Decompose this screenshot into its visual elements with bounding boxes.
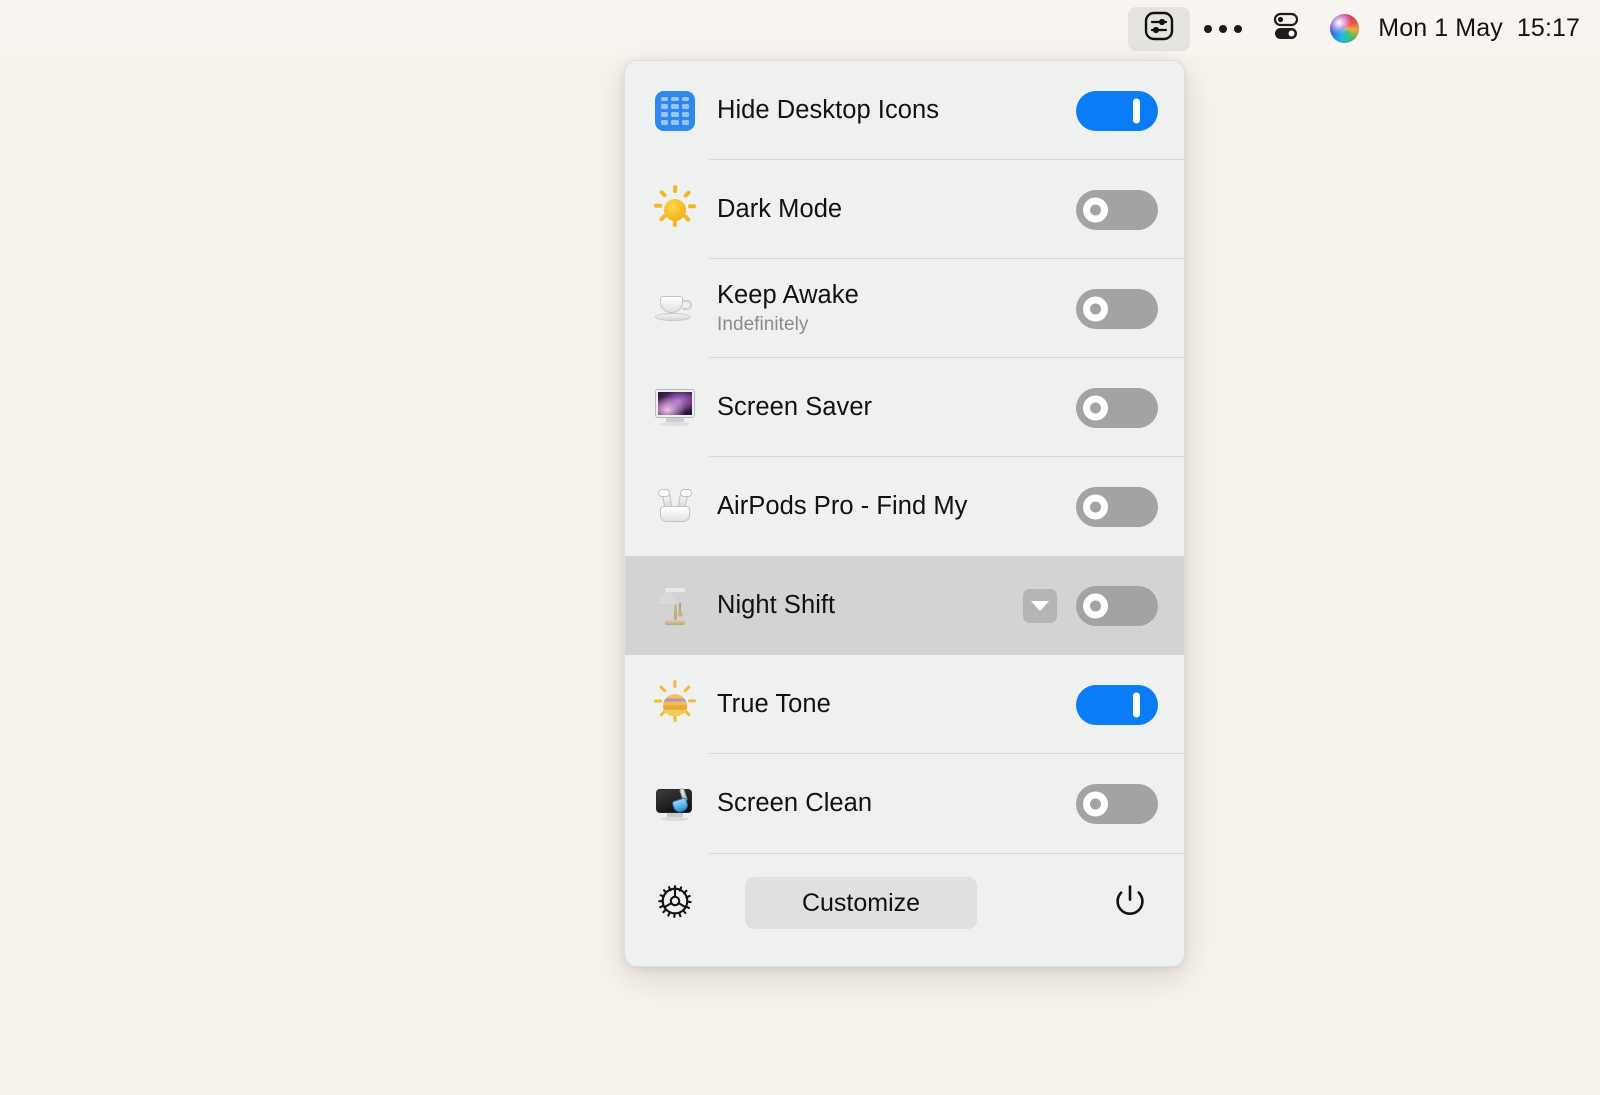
menu-bar: Mon 1 May 15:17 <box>0 0 1600 57</box>
row-keep-awake[interactable]: Keep Awake Indefinitely <box>625 259 1184 358</box>
row-text: Screen Clean <box>717 789 1076 818</box>
row-title: AirPods Pro - Find My <box>717 492 968 521</box>
screen-saver-monitor-icon <box>647 380 703 436</box>
control-center-icon <box>1269 9 1303 48</box>
row-title: Keep Awake <box>717 280 859 309</box>
sliders-square-icon <box>1143 10 1175 47</box>
sun-icon <box>647 182 703 238</box>
menubar-more-button[interactable] <box>1190 0 1256 57</box>
footer-separator <box>709 853 1184 854</box>
row-text: Keep Awake Indefinitely <box>717 281 1076 337</box>
desktop-grid-icon <box>647 83 703 139</box>
row-text: Dark Mode <box>717 195 1076 224</box>
row-text: AirPods Pro - Find My <box>717 492 1076 521</box>
toggle-dark-mode[interactable] <box>1076 189 1158 230</box>
row-night-shift[interactable]: Night Shift <box>625 556 1184 655</box>
row-text: Hide Desktop Icons <box>717 96 1076 125</box>
row-title: Dark Mode <box>717 195 843 224</box>
row-title: Screen Clean <box>717 789 873 818</box>
power-button[interactable] <box>1102 875 1158 931</box>
toggle-screen-clean[interactable] <box>1076 783 1158 824</box>
screen-clean-brush-icon <box>647 776 703 832</box>
one-switch-menubar-button[interactable] <box>1128 6 1191 51</box>
menubar-app-slot[interactable] <box>1128 0 1191 57</box>
menubar-clock[interactable]: Mon 1 May 15:17 <box>1372 0 1580 57</box>
desk-lamp-icon <box>647 578 703 634</box>
settings-button[interactable] <box>647 875 703 931</box>
toggle-night-shift[interactable] <box>1076 585 1158 626</box>
row-title: Hide Desktop Icons <box>717 96 940 125</box>
row-text: Screen Saver <box>717 393 1076 422</box>
row-hide-desktop-icons[interactable]: Hide Desktop Icons <box>625 61 1184 160</box>
coffee-cup-icon <box>647 281 703 337</box>
control-center-button[interactable] <box>1256 0 1316 57</box>
row-subtitle: Indefinitely <box>717 314 809 336</box>
row-screen-clean[interactable]: Screen Clean <box>625 754 1184 853</box>
ellipsis-icon-dot <box>1234 24 1243 33</box>
row-text: True Tone <box>717 690 1076 719</box>
toggle-true-tone[interactable] <box>1076 684 1158 725</box>
power-icon <box>1109 880 1151 927</box>
row-dark-mode[interactable]: Dark Mode <box>625 160 1184 259</box>
row-title: Night Shift <box>717 591 836 620</box>
gear-icon <box>653 879 697 928</box>
chevron-down-icon[interactable] <box>1023 588 1057 623</box>
row-airpods-pro-find-my[interactable]: AirPods Pro - Find My <box>625 457 1184 556</box>
panel-footer: Customize <box>625 853 1184 953</box>
row-title: Screen Saver <box>717 393 873 422</box>
toggle-keep-awake[interactable] <box>1076 288 1158 329</box>
true-tone-sun-icon <box>647 677 703 733</box>
siri-button[interactable] <box>1316 0 1372 57</box>
row-text: Night Shift <box>717 591 1023 620</box>
toggle-hide-desktop-icons[interactable] <box>1076 90 1158 131</box>
customize-button[interactable]: Customize <box>745 877 977 929</box>
one-switch-panel: Hide Desktop Icons Dark Mode Keep Awake … <box>624 60 1185 967</box>
ellipsis-icon-dot <box>1219 24 1228 33</box>
airpods-case-icon <box>647 479 703 535</box>
toggle-screen-saver[interactable] <box>1076 387 1158 428</box>
siri-orb-icon <box>1329 14 1359 43</box>
ellipsis-icon-dot <box>1204 24 1213 33</box>
row-true-tone[interactable]: True Tone <box>625 655 1184 754</box>
toggle-airpods-pro-find-my[interactable] <box>1076 486 1158 527</box>
row-screen-saver[interactable]: Screen Saver <box>625 358 1184 457</box>
row-title: True Tone <box>717 690 831 719</box>
